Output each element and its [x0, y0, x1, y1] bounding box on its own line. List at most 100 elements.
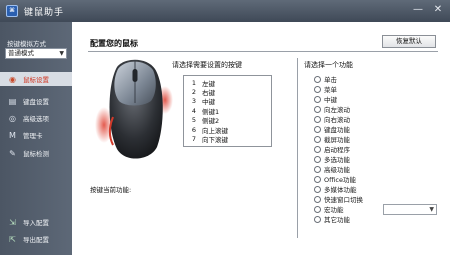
mode-select[interactable]: 普通模式 ▼: [5, 48, 67, 59]
chevron-down-icon: ▼: [429, 206, 434, 213]
function-option[interactable]: 单击: [314, 74, 363, 84]
import-config-label: 导入配置: [23, 219, 49, 227]
function-option-label: 快速窗口切换: [324, 196, 363, 204]
function-detail-select[interactable]: ▼: [383, 204, 437, 215]
function-option[interactable]: 宏功能: [314, 204, 363, 214]
sidebar-item-keyboard-settings[interactable]: ▤ 键盘设置: [0, 94, 72, 108]
function-option-label: 高级功能: [324, 166, 350, 174]
radio-button[interactable]: [314, 145, 321, 153]
advanced-icon: ◎: [9, 113, 16, 123]
button-number: 6: [191, 125, 196, 134]
radio-button[interactable]: [314, 165, 321, 173]
button-list-item[interactable]: 2 右键: [184, 87, 271, 97]
function-option[interactable]: 向右滚动: [314, 114, 363, 124]
radio-button[interactable]: [314, 185, 321, 193]
button-list-item[interactable]: 1 左键: [184, 78, 271, 88]
radio-button[interactable]: [314, 105, 321, 113]
sidebar-item-label: 管理卡: [23, 132, 43, 140]
radio-button[interactable]: [314, 135, 321, 143]
mouse-illustration: [95, 59, 173, 159]
app-logo-icon: ⌘: [6, 5, 18, 17]
button-list-item[interactable]: 7 向下滚键: [184, 134, 271, 145]
button-list-item[interactable]: 4 侧键1: [184, 106, 271, 116]
function-option[interactable]: 键盘功能: [314, 124, 363, 134]
function-option-label: 单击: [324, 76, 337, 84]
function-option-label: 中键: [324, 96, 337, 104]
function-option-label: 宏功能: [324, 206, 344, 214]
button-number: 1: [191, 78, 196, 87]
function-option[interactable]: 多媒体功能: [314, 184, 363, 194]
page-title: 配置您的鼠标: [90, 39, 138, 48]
button-number: 4: [191, 106, 196, 115]
button-prompt: 请选择需要设置的按键: [172, 61, 242, 69]
button-list-item[interactable]: 6 向上滚键: [184, 125, 271, 135]
radio-button[interactable]: [314, 155, 321, 163]
sidebar: 按键模拟方式 普通模式 ▼ ◉ 鼠标设置 ▤ 键盘设置 ◎ 高级选项 M 管理卡…: [0, 22, 72, 255]
export-icon: ⇱: [9, 234, 16, 244]
function-option-label: 其它功能: [324, 216, 350, 224]
button-list-item[interactable]: 3 中键: [184, 97, 271, 106]
button-label: 向下滚键: [202, 136, 228, 145]
export-config-button[interactable]: ⇱ 导出配置: [0, 232, 72, 246]
window-title: 键鼠助手: [24, 7, 65, 18]
function-option-label: 向左滚动: [324, 106, 350, 114]
export-config-label: 导出配置: [23, 236, 49, 244]
function-option-label: Office功能: [324, 176, 356, 184]
import-config-button[interactable]: ⇲ 导入配置: [0, 215, 72, 229]
sidebar-item-label: 高级选项: [23, 115, 49, 123]
function-radio-group: 单击 菜单 中键 向左滚动 向右滚动 键盘功能 截屏功能 启动程序 多选功能 高…: [314, 74, 363, 224]
radio-button[interactable]: [314, 215, 321, 223]
minimize-button[interactable]: —: [412, 4, 424, 16]
function-option[interactable]: 多选功能: [314, 154, 363, 164]
detect-icon: ✎: [9, 148, 16, 158]
sidebar-item-label: 鼠标检测: [23, 150, 49, 158]
function-option-label: 多选功能: [324, 156, 350, 164]
button-list-item[interactable]: 5 侧键2: [184, 116, 271, 125]
radio-button[interactable]: [314, 125, 321, 133]
current-function-label: 按键当前功能:: [90, 186, 132, 194]
function-option[interactable]: 高级功能: [314, 164, 363, 174]
mode-select-value: 普通模式: [8, 49, 34, 57]
button-number: 7: [191, 135, 196, 144]
function-option[interactable]: 中键: [314, 94, 363, 104]
function-option[interactable]: 启动程序: [314, 144, 363, 154]
radio-button[interactable]: [314, 195, 321, 203]
reset-default-button[interactable]: 恢复默认: [382, 35, 436, 48]
chevron-down-icon: ▼: [59, 50, 64, 57]
function-option[interactable]: 快速窗口切换: [314, 194, 363, 204]
sidebar-item-label: 键盘设置: [23, 98, 49, 106]
radio-button[interactable]: [314, 85, 321, 93]
import-icon: ⇲: [9, 217, 16, 227]
card-icon: M: [9, 130, 16, 140]
function-option[interactable]: 菜单: [314, 84, 363, 94]
radio-button[interactable]: [314, 175, 321, 183]
function-option[interactable]: Office功能: [314, 174, 363, 184]
title-bar: ⌘ 键鼠助手 — ✕: [0, 0, 450, 22]
function-option-label: 键盘功能: [324, 126, 350, 134]
radio-button[interactable]: [314, 75, 321, 83]
sidebar-item-label: 鼠标设置: [23, 76, 49, 84]
mode-label: 按键模拟方式: [7, 40, 46, 48]
close-button[interactable]: ✕: [432, 4, 444, 16]
function-option[interactable]: 截屏功能: [314, 134, 363, 144]
button-list: 1 左键 2 右键 3 中键 4 侧键1 5 侧键2 6 向上滚键 7 向下滚键: [183, 75, 272, 147]
function-option-label: 向右滚动: [324, 116, 350, 124]
mouse-icon: ◉: [9, 74, 16, 84]
vertical-divider: [297, 58, 298, 238]
function-option-label: 截屏功能: [324, 136, 350, 144]
keyboard-icon: ▤: [8, 96, 17, 106]
function-option[interactable]: 其它功能: [314, 214, 363, 224]
sidebar-item-mouse-settings[interactable]: ◉ 鼠标设置: [0, 72, 72, 86]
sidebar-item-card-manager[interactable]: M 管理卡: [0, 128, 72, 142]
radio-button[interactable]: [314, 115, 321, 123]
button-number: 2: [191, 88, 196, 97]
header-divider: [88, 51, 438, 52]
sidebar-item-mouse-detect[interactable]: ✎ 鼠标检测: [0, 146, 72, 160]
sidebar-item-advanced[interactable]: ◎ 高级选项: [0, 111, 72, 125]
function-option-label: 多媒体功能: [324, 186, 357, 194]
button-number: 3: [191, 97, 196, 106]
function-option[interactable]: 向左滚动: [314, 104, 363, 114]
function-prompt: 请选择一个功能: [304, 61, 353, 69]
radio-button[interactable]: [314, 95, 321, 103]
radio-button[interactable]: [314, 205, 321, 213]
